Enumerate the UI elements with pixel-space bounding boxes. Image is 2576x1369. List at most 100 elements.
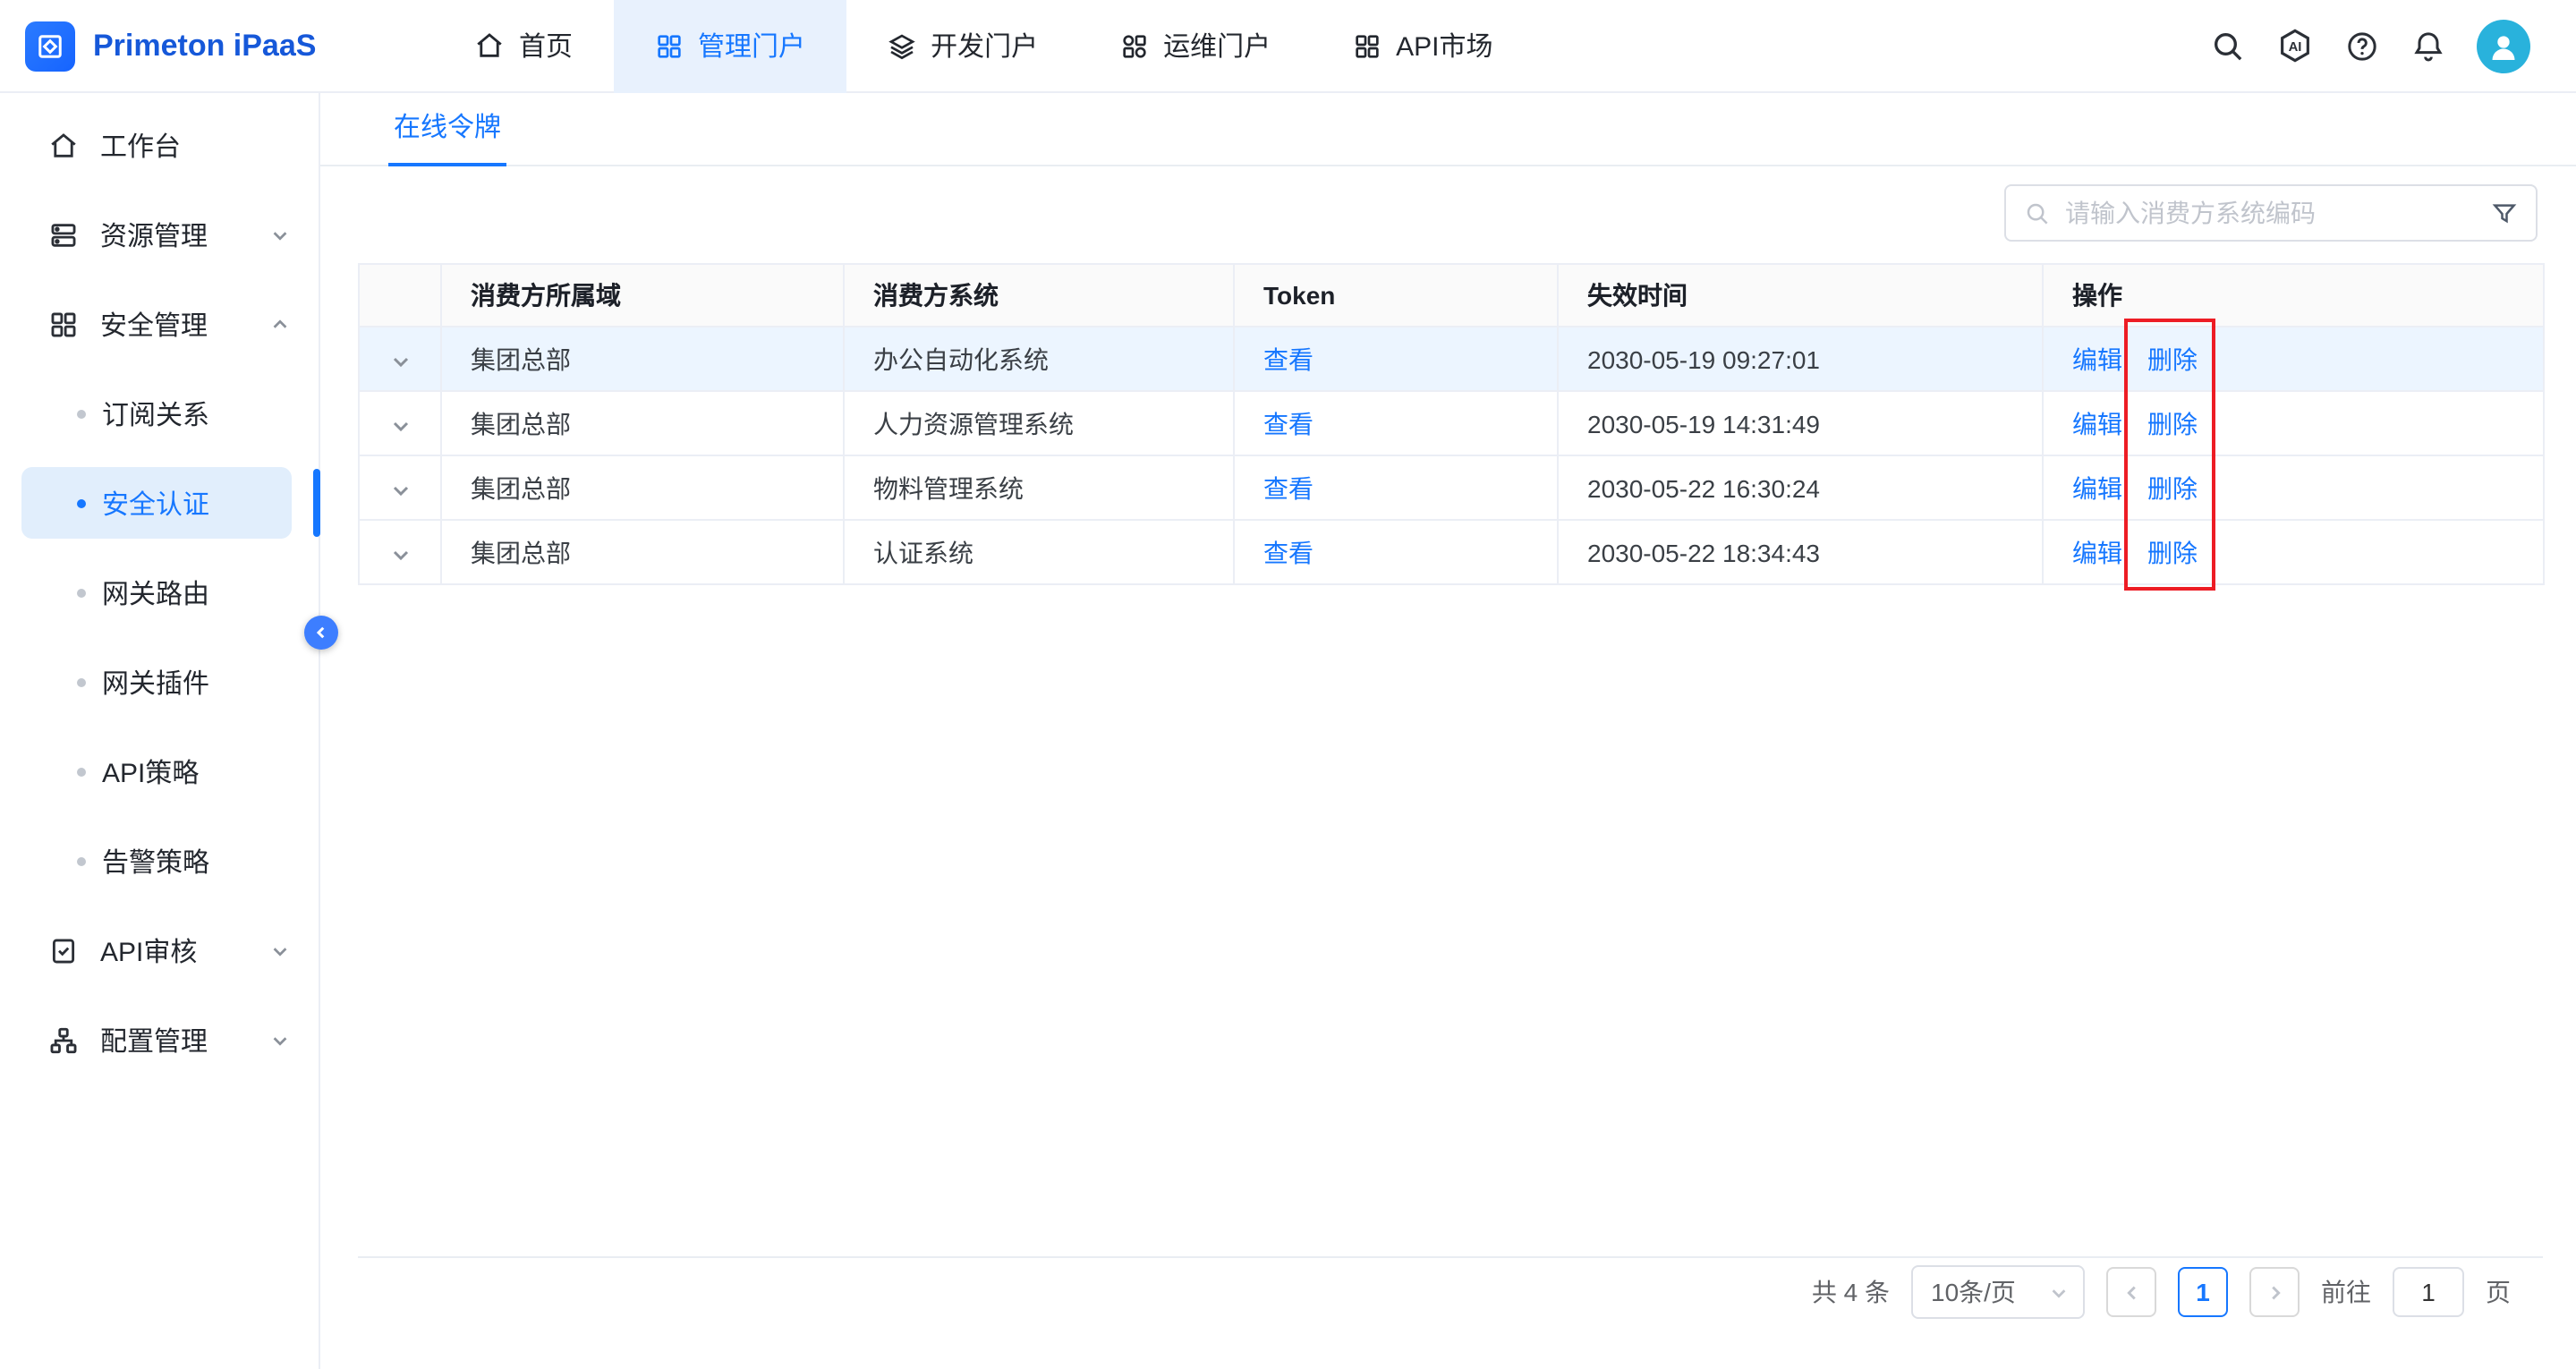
sidebar-item-config[interactable]: 配置管理 (0, 995, 319, 1084)
next-page-button[interactable] (2249, 1267, 2300, 1317)
ai-assistant-icon[interactable]: AI (2276, 27, 2314, 64)
sidebar-item-api-policy[interactable]: API策略 (0, 727, 319, 816)
edit-link[interactable]: 编辑 (2072, 344, 2122, 373)
column-header-domain: 消费方所属域 (441, 264, 844, 327)
page-size-select[interactable]: 10条/页 (1911, 1265, 2085, 1319)
consumer-code-search-input[interactable] (2065, 199, 2477, 227)
grid-icon (1353, 31, 1382, 60)
prev-page-button[interactable] (2106, 1267, 2156, 1317)
footer-divider (358, 1256, 2543, 1258)
sidebar-item-workbench[interactable]: 工作台 (0, 100, 319, 190)
sidebar-item-gateway-plugin[interactable]: 网关插件 (0, 637, 319, 727)
nav-item-ops-portal[interactable]: 运维门户 (1079, 0, 1312, 92)
help-icon[interactable] (2344, 28, 2380, 64)
delete-link[interactable]: 删除 (2147, 409, 2198, 438)
org-chart-icon (48, 1025, 79, 1055)
tab-online-tokens[interactable]: 在线令牌 (394, 107, 501, 165)
nav-item-label: 管理门户 (698, 27, 805, 64)
top-bar: Primeton iPaaS 首页 管理门户 (0, 0, 2576, 93)
goto-page-input[interactable] (2393, 1267, 2464, 1317)
brand-logo-icon (25, 21, 75, 71)
sidebar-item-label: API审核 (100, 931, 197, 969)
nav-item-dev-portal[interactable]: 开发门户 (846, 0, 1079, 92)
table-row: 集团总部 人力资源管理系统 查看 2030-05-19 14:31:49 编辑删… (359, 391, 2544, 455)
grid-icon (655, 31, 684, 60)
bullet-icon (77, 768, 86, 777)
nav-item-home[interactable]: 首页 (433, 0, 614, 92)
bell-icon[interactable] (2410, 28, 2446, 64)
nav-item-admin-portal[interactable]: 管理门户 (614, 0, 846, 92)
row-expand-icon[interactable] (389, 351, 411, 372)
row-expand-icon[interactable] (389, 480, 411, 501)
column-header-actions: 操作 (2043, 264, 2544, 327)
column-header-token: Token (1234, 264, 1558, 327)
cell-domain: 集团总部 (441, 520, 844, 584)
search-icon[interactable] (2210, 28, 2246, 64)
sidebar-item-resources[interactable]: 资源管理 (0, 190, 319, 279)
sidebar-item-gateway-route[interactable]: 网关路由 (0, 548, 319, 637)
page-number-button[interactable]: 1 (2178, 1267, 2228, 1317)
view-token-link[interactable]: 查看 (1263, 344, 1314, 373)
pagination-total: 共 4 条 (1812, 1274, 1890, 1310)
search-box (2004, 184, 2538, 242)
sidebar-collapse-button[interactable] (304, 616, 338, 650)
table-row: 集团总部 物料管理系统 查看 2030-05-22 16:30:24 编辑删除 (359, 455, 2544, 520)
grid-icon (48, 309, 79, 339)
server-icon (48, 219, 79, 250)
nav-item-api-market[interactable]: API市场 (1312, 0, 1534, 92)
bullet-icon (77, 857, 86, 866)
cell-domain: 集团总部 (441, 327, 844, 391)
sidebar-item-api-review[interactable]: API审核 (0, 906, 319, 995)
table-row: 集团总部 办公自动化系统 查看 2030-05-19 09:27:01 编辑删除 (359, 327, 2544, 391)
bullet-icon (77, 499, 86, 508)
chevron-down-icon (270, 940, 290, 960)
row-expand-icon[interactable] (389, 415, 411, 437)
table-header-row: 消费方所属域 消费方系统 Token 失效时间 操作 (359, 264, 2544, 327)
document-check-icon (48, 935, 79, 965)
view-token-link[interactable]: 查看 (1263, 473, 1314, 502)
cell-domain: 集团总部 (441, 391, 844, 455)
filter-icon[interactable] (2491, 200, 2518, 226)
cell-system: 人力资源管理系统 (844, 391, 1234, 455)
layers-icon (888, 31, 916, 60)
sidebar-item-security[interactable]: 安全管理 (0, 279, 319, 369)
delete-link[interactable]: 删除 (2147, 344, 2198, 373)
sidebar-item-alert-policy[interactable]: 告警策略 (0, 816, 319, 906)
sidebar-item-subscription[interactable]: 订阅关系 (0, 369, 319, 458)
search-icon (2024, 200, 2051, 226)
sidebar-item-label: 安全认证 (102, 484, 209, 522)
expand-column-header (359, 264, 441, 327)
cell-system: 办公自动化系统 (844, 327, 1234, 391)
delete-link[interactable]: 删除 (2147, 538, 2198, 566)
sidebar-item-label: 订阅关系 (102, 395, 209, 432)
view-token-link[interactable]: 查看 (1263, 409, 1314, 438)
brand[interactable]: Primeton iPaaS (0, 21, 433, 71)
main-content: 在线令牌 (320, 93, 2576, 1369)
view-token-link[interactable]: 查看 (1263, 538, 1314, 566)
row-expand-icon[interactable] (389, 544, 411, 565)
sidebar-item-security-auth[interactable]: 安全认证 (0, 458, 319, 548)
token-table: 消费方所属域 消费方系统 Token 失效时间 操作 集团总部 办公自动化系统 … (358, 263, 2543, 585)
goto-label: 前往 (2321, 1274, 2371, 1310)
cell-expire: 2030-05-19 09:27:01 (1558, 327, 2043, 391)
top-nav: 首页 管理门户 开发门户 (433, 0, 1535, 92)
bullet-icon (77, 589, 86, 598)
sidebar-item-label: 网关插件 (102, 663, 209, 701)
page-size-value: 10条/页 (1931, 1274, 2016, 1310)
column-header-system: 消费方系统 (844, 264, 1234, 327)
chevron-up-icon (270, 314, 290, 334)
sidebar-item-label: 工作台 (100, 126, 181, 164)
cell-expire: 2030-05-19 14:31:49 (1558, 391, 2043, 455)
home-icon (474, 30, 505, 61)
tab-bar: 在线令牌 (320, 93, 2576, 166)
edit-link[interactable]: 编辑 (2072, 473, 2122, 502)
bullet-icon (77, 678, 86, 687)
user-avatar[interactable] (2477, 19, 2530, 72)
sidebar-item-label: 告警策略 (102, 842, 209, 880)
topbar-actions: AI (2210, 19, 2576, 72)
edit-link[interactable]: 编辑 (2072, 409, 2122, 438)
edit-link[interactable]: 编辑 (2072, 538, 2122, 566)
sidebar-item-label: 配置管理 (100, 1021, 208, 1059)
cell-expire: 2030-05-22 16:30:24 (1558, 455, 2043, 520)
delete-link[interactable]: 删除 (2147, 473, 2198, 502)
